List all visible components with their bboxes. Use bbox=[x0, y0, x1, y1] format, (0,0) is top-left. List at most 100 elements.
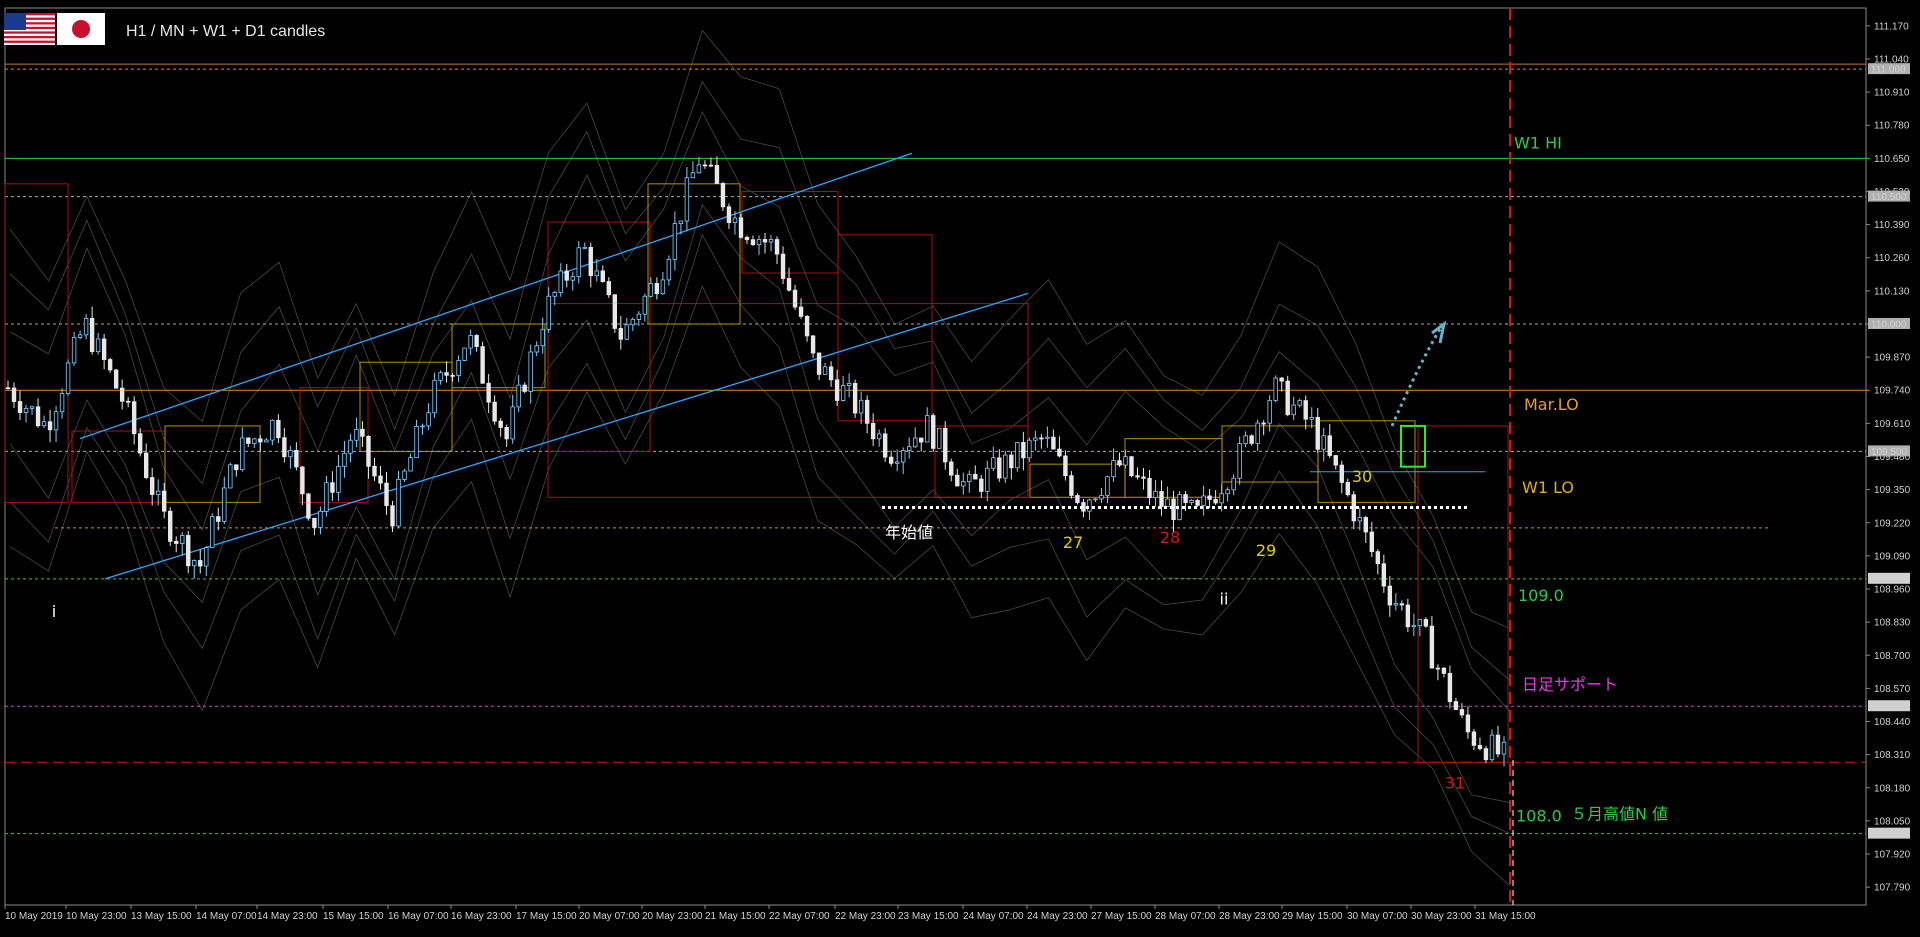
candle-body bbox=[528, 351, 533, 392]
candle-body bbox=[660, 279, 666, 295]
x-tick-label: 23 May 15:00 bbox=[898, 911, 959, 922]
x-tick-label: 20 May 23:00 bbox=[642, 911, 703, 922]
candle-body bbox=[870, 422, 876, 440]
y-tick-label: 109.870 bbox=[1874, 353, 1911, 364]
candle-body bbox=[1009, 454, 1014, 469]
candle-body bbox=[636, 313, 642, 320]
annotation-label: W1 LO bbox=[1522, 478, 1574, 497]
candle-body bbox=[1327, 435, 1332, 456]
x-tick-label: 14 May 23:00 bbox=[257, 911, 318, 922]
candle-body bbox=[666, 258, 672, 281]
period-box-7 bbox=[647, 183, 741, 325]
candle-body bbox=[444, 372, 449, 376]
annotation-label: 108.0 bbox=[1516, 807, 1562, 826]
candle-body bbox=[1021, 442, 1026, 459]
annotation-label: ５月高値N 値 bbox=[1571, 805, 1668, 824]
x-tick-label: 24 May 23:00 bbox=[1027, 911, 1088, 922]
candlestick-chart[interactable]: 111.170111.040110.910110.780110.650110.5… bbox=[0, 0, 1920, 937]
candle-body bbox=[624, 324, 630, 340]
candle-body bbox=[77, 334, 83, 338]
candle-body bbox=[1387, 585, 1393, 606]
candle-body bbox=[324, 482, 329, 512]
price-tag-label: 111.000 bbox=[1871, 65, 1906, 76]
x-tick-label: 16 May 23:00 bbox=[451, 911, 512, 922]
candle-body bbox=[155, 490, 161, 495]
candle-body bbox=[1273, 377, 1278, 401]
candle-body bbox=[83, 318, 89, 336]
candle-body bbox=[11, 387, 17, 402]
candle-body bbox=[222, 487, 227, 522]
candle-body bbox=[1315, 417, 1320, 450]
candle-body bbox=[1105, 476, 1110, 496]
x-axis bbox=[4, 905, 1476, 909]
candle-body bbox=[53, 411, 59, 431]
candle-body bbox=[1117, 460, 1122, 466]
candle-body bbox=[204, 547, 209, 567]
candle-body bbox=[168, 510, 173, 542]
candle-body bbox=[762, 239, 768, 243]
candle-body bbox=[288, 449, 293, 458]
candle-body bbox=[107, 359, 113, 371]
candle-body bbox=[876, 433, 882, 440]
candle-body bbox=[1363, 517, 1369, 533]
candle-body bbox=[1129, 456, 1134, 477]
envelope-line-up-1 bbox=[9, 80, 1511, 682]
candle-body bbox=[276, 419, 281, 439]
candle-body bbox=[119, 387, 125, 402]
candle-body bbox=[919, 437, 924, 443]
candle-body bbox=[498, 420, 503, 428]
y-tick-label: 109.220 bbox=[1874, 518, 1911, 529]
candle-body bbox=[522, 384, 527, 392]
candle-body bbox=[1255, 422, 1260, 444]
x-tick-label: 14 May 07:00 bbox=[196, 911, 257, 922]
candle-body bbox=[834, 379, 840, 401]
candle-body bbox=[1153, 491, 1158, 499]
candle-body bbox=[420, 425, 425, 428]
candle-body bbox=[1357, 517, 1362, 522]
y-tick-label: 110.390 bbox=[1874, 220, 1910, 231]
candle-body bbox=[1207, 495, 1212, 500]
candle-body bbox=[41, 421, 47, 427]
candle-body bbox=[1441, 667, 1447, 674]
candle-body bbox=[1447, 672, 1453, 703]
candle-body bbox=[1399, 603, 1405, 606]
candle-body bbox=[59, 393, 65, 413]
x-tick-label: 13 May 15:00 bbox=[131, 911, 192, 922]
candle-body bbox=[396, 478, 401, 527]
candle-body bbox=[900, 450, 906, 463]
candle-body bbox=[648, 283, 654, 297]
candle-body bbox=[973, 473, 978, 480]
period-box-2 bbox=[164, 425, 261, 503]
candle-body bbox=[858, 399, 864, 414]
candle-body bbox=[240, 437, 245, 471]
candle-body bbox=[720, 183, 726, 208]
candle-body bbox=[1309, 417, 1314, 420]
candle-body bbox=[1099, 495, 1104, 500]
us-flag-canton bbox=[4, 13, 26, 30]
candle-body bbox=[198, 560, 203, 567]
candle-body bbox=[582, 246, 587, 249]
envelope-line-dn-0 bbox=[9, 203, 1511, 804]
candle-body bbox=[894, 461, 900, 464]
candle-body bbox=[113, 369, 119, 389]
candle-body bbox=[264, 439, 269, 443]
candle-body bbox=[1135, 475, 1140, 478]
candle-body bbox=[192, 560, 197, 567]
candle-body bbox=[1219, 493, 1224, 504]
y-tick-label: 110.260 bbox=[1874, 253, 1910, 264]
candle-body bbox=[408, 457, 413, 472]
y-tick-label: 110.130 bbox=[1874, 286, 1910, 297]
candle-body bbox=[702, 164, 708, 167]
candle-body bbox=[738, 217, 744, 238]
candle-body bbox=[732, 217, 738, 223]
y-tick-label: 107.920 bbox=[1874, 850, 1911, 861]
y-tick-label: 108.830 bbox=[1874, 618, 1911, 629]
annotation-label: 30 bbox=[1352, 467, 1372, 486]
candle-body bbox=[907, 446, 912, 451]
candle-body bbox=[47, 421, 53, 431]
candle-body bbox=[931, 415, 936, 449]
candle-body bbox=[1003, 454, 1008, 479]
y-tick-label: 108.700 bbox=[1874, 651, 1911, 662]
highlight-box bbox=[1400, 424, 1426, 468]
x-tick-label: 28 May 07:00 bbox=[1155, 911, 1216, 922]
